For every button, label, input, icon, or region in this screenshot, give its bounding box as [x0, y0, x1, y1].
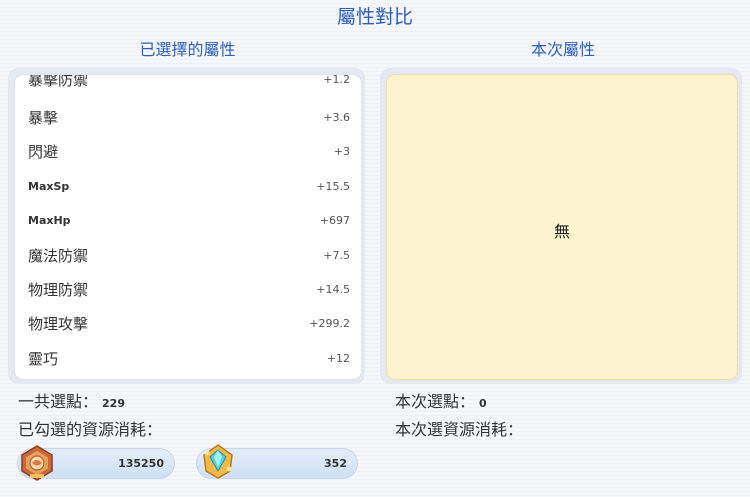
list-item: 暴擊防禦 +1.2 [15, 74, 361, 96]
page-title: 屬性對比 [336, 6, 413, 28]
this-points-value: 0 [479, 397, 487, 410]
attribute-name: MaxSp [28, 180, 70, 193]
this-resource-label: 本次選資源消耗： [395, 420, 524, 439]
medal-icon [18, 444, 56, 482]
list-item: 物理防禦 +14.5 [15, 272, 361, 306]
total-points: 一共選點： 229 [18, 388, 125, 412]
list-item: 閃避 +3 [15, 134, 361, 168]
current-attributes-header: 本次屬性 [530, 40, 595, 59]
attribute-value: +3.6 [323, 111, 350, 124]
this-points: 本次選點： 0 [395, 388, 487, 412]
list-item: 物理攻擊 +299.2 [15, 306, 361, 340]
crystal-icon [198, 441, 238, 481]
total-points-value: 229 [102, 397, 125, 410]
attribute-value: +14.5 [316, 283, 350, 296]
list-item: MaxHp +697 [15, 203, 361, 237]
selected-attributes-header: 已選擇的屬性 [139, 40, 236, 59]
resource-value: 135250 [118, 457, 164, 470]
list-item: 暴擊 +3.6 [15, 100, 361, 134]
attribute-name: 靈巧 [28, 350, 59, 368]
attribute-value: +15.5 [316, 180, 350, 193]
attribute-value: +7.5 [323, 249, 350, 262]
this-points-label: 本次選點： [395, 392, 476, 411]
attribute-list[interactable]: 暴擊防禦 +1.2 暴擊 +3.6 閃避 +3 MaxSp +15.5 MaxH… [14, 74, 362, 380]
attribute-value: +697 [319, 214, 350, 227]
list-item: MaxSp +15.5 [15, 169, 361, 203]
attribute-name: 閃避 [28, 143, 59, 161]
list-item: 魔法防禦 +7.5 [15, 238, 361, 272]
attribute-name: 魔法防禦 [28, 247, 89, 265]
total-points-label: 一共選點： [18, 392, 99, 411]
attribute-value: +1.2 [323, 74, 350, 86]
attribute-name: 物理防禦 [28, 281, 89, 299]
list-item: 靈巧 +12 [15, 341, 361, 375]
resource-value: 352 [324, 457, 347, 470]
attribute-name: 暴擊 [28, 109, 59, 127]
empty-state-text: 無 [553, 222, 570, 241]
attribute-value: +299.2 [309, 317, 350, 330]
selected-resource-label: 已勾選的資源消耗： [18, 420, 163, 439]
attribute-value: +12 [326, 352, 350, 365]
attribute-name: 物理攻擊 [28, 315, 89, 333]
attribute-name: 暴擊防禦 [28, 74, 89, 89]
attribute-name: MaxHp [28, 214, 71, 227]
attribute-value: +3 [333, 145, 350, 158]
